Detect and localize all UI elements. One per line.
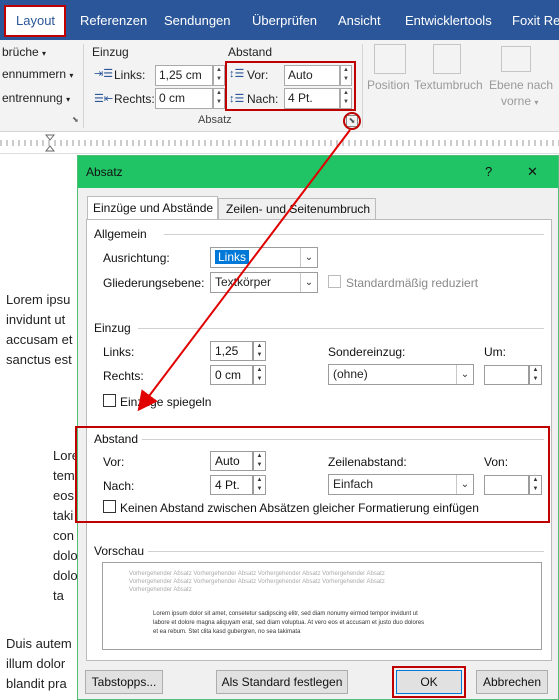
arrow-line — [137, 129, 351, 412]
annotation-arrow — [137, 129, 351, 412]
